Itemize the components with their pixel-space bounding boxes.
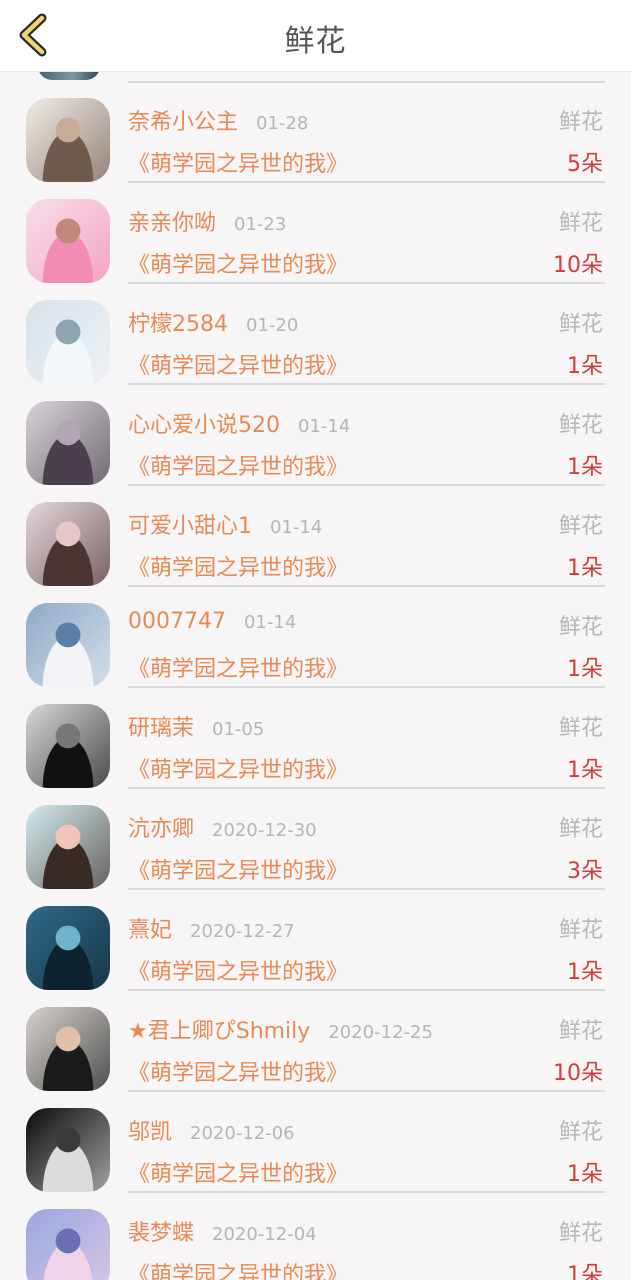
user-name[interactable]: 0007747 [128, 609, 226, 634]
gift-type-label: 鲜花 [558, 817, 603, 842]
list-item[interactable]: 邬凯 2020-12-06 鲜花 《萌学园之异世的我》 1朵 [0, 1082, 631, 1193]
list-item[interactable]: 熹妃 2020-12-27 鲜花 《萌学园之异世的我》 1朵 [0, 880, 631, 991]
list-item[interactable]: 心心爱小说520 01-14 鲜花 《萌学园之异世的我》 1朵 [0, 375, 631, 486]
avatar[interactable] [26, 401, 110, 485]
list-item[interactable]: 裴梦蝶 2020-12-04 鲜花《萌学园之异世的我》 1朵 [0, 1183, 631, 1280]
gift-date: 2020-12-04 [212, 1224, 317, 1245]
gift-type-label: 鲜花 [558, 1120, 603, 1145]
avatar[interactable] [26, 906, 110, 990]
avatar[interactable] [26, 300, 110, 384]
avatar[interactable] [26, 98, 110, 182]
gift-type-label: 鲜花 [558, 110, 603, 135]
gift-type-label: 鲜花 [558, 413, 603, 438]
user-name[interactable]: ★君上卿ぴShmily [128, 1013, 310, 1045]
avatar[interactable] [26, 805, 110, 889]
gift-date: 01-20 [246, 315, 299, 336]
user-name[interactable]: 沆亦卿 [128, 811, 194, 843]
name-date-line: 研璃茉 01-05 [128, 710, 265, 742]
user-name[interactable]: 柠檬2584 [128, 306, 228, 338]
avatar[interactable] [26, 1007, 110, 1091]
list-item[interactable]: 柠檬2584 01-20 鲜花 《萌学园之异世的我》 1朵 [0, 274, 631, 385]
user-name[interactable]: 邬凯 [128, 1114, 172, 1146]
flower-count: 1朵 [567, 1263, 603, 1280]
list-item[interactable]: 亲亲你呦 01-23 鲜花 《萌学园之异世的我》 10朵 [0, 173, 631, 284]
name-date-line: 裴梦蝶 2020-12-04 [128, 1215, 317, 1247]
flower-gift-list[interactable]: 奈希小公主 01-28 鲜花 《萌学园之异世的我》 5朵 亲亲你呦 01-23 鲜花 《萌学园之… [0, 72, 631, 1280]
name-date-line: 亲亲你呦 01-23 [128, 205, 287, 237]
name-date-line: 邬凯 2020-12-06 [128, 1114, 295, 1146]
name-date-line: 可爱小甜心1 01-14 [128, 508, 323, 540]
user-name[interactable]: 裴梦蝶 [128, 1215, 194, 1247]
name-date-line: 熹妃 2020-12-27 [128, 912, 295, 944]
user-name[interactable]: 奈希小公主 [128, 104, 238, 136]
list-item[interactable]: 0007747 01-14 鲜花 《萌学园之异世的我》 1朵 [0, 577, 631, 688]
gift-type-label: 鲜花 [558, 1019, 603, 1044]
avatar[interactable] [26, 1209, 110, 1280]
gift-date: 01-14 [243, 612, 297, 633]
name-date-line: 柠檬2584 01-20 [128, 306, 299, 338]
page-title: 鲜花 [284, 24, 347, 59]
user-name[interactable]: 熹妃 [128, 912, 172, 944]
gift-date: 01-23 [234, 214, 287, 235]
gift-date: 2020-12-27 [190, 921, 295, 942]
user-name[interactable]: 研璃茉 [128, 710, 194, 742]
list-item[interactable]: 沆亦卿 2020-12-30 鲜花 《萌学园之异世的我》 3朵 [0, 779, 631, 890]
list-item[interactable]: 研璃茉 01-05 鲜花 《萌学园之异世的我》 1朵 [0, 678, 631, 789]
gift-type-label: 鲜花 [558, 211, 603, 236]
user-name[interactable]: 亲亲你呦 [128, 205, 216, 237]
gift-type-label: 鲜花 [558, 918, 603, 943]
gift-type-label: 鲜花 [558, 312, 603, 337]
gift-date: 2020-12-30 [212, 820, 317, 841]
gift-date: 01-14 [270, 517, 323, 538]
name-date-line: 沆亦卿 2020-12-30 [128, 811, 317, 843]
list-item[interactable]: 奈希小公主 01-28 鲜花 《萌学园之异世的我》 5朵 [0, 72, 631, 183]
gift-type-label: 鲜花 [558, 514, 603, 539]
user-name[interactable]: 可爱小甜心1 [128, 508, 252, 540]
avatar[interactable] [26, 603, 110, 687]
name-date-line: 0007747 01-14 [128, 609, 296, 639]
gift-type-label: 鲜花 [558, 615, 603, 640]
avatar[interactable] [26, 1108, 110, 1192]
gift-date: 01-14 [298, 416, 351, 437]
list-item[interactable]: 可爱小甜心1 01-14 鲜花 《萌学园之异世的我》 1朵 [0, 476, 631, 587]
gift-type-label: 鲜花 [558, 716, 603, 741]
gift-date: 2020-12-06 [190, 1123, 295, 1144]
user-name[interactable]: 心心爱小说520 [128, 407, 280, 439]
avatar[interactable] [26, 502, 110, 586]
avatar[interactable] [26, 704, 110, 788]
gift-type-label: 鲜花 [558, 1221, 603, 1246]
name-date-line: 心心爱小说520 01-14 [128, 407, 351, 439]
gift-date: 01-28 [256, 113, 309, 134]
list-item[interactable]: ★君上卿ぴShmily 2020-12-25 鲜花 《萌学园之异世的我》 10朵 [0, 981, 631, 1092]
name-date-line: ★君上卿ぴShmily 2020-12-25 [128, 1013, 433, 1045]
book-title[interactable]: 《萌学园之异世的我》 [128, 1257, 348, 1280]
avatar[interactable] [26, 199, 110, 283]
name-date-line: 奈希小公主 01-28 [128, 104, 309, 136]
gift-date: 2020-12-25 [328, 1022, 433, 1043]
gift-date: 01-05 [212, 719, 265, 740]
header-bar: 鲜花 [0, 0, 631, 72]
